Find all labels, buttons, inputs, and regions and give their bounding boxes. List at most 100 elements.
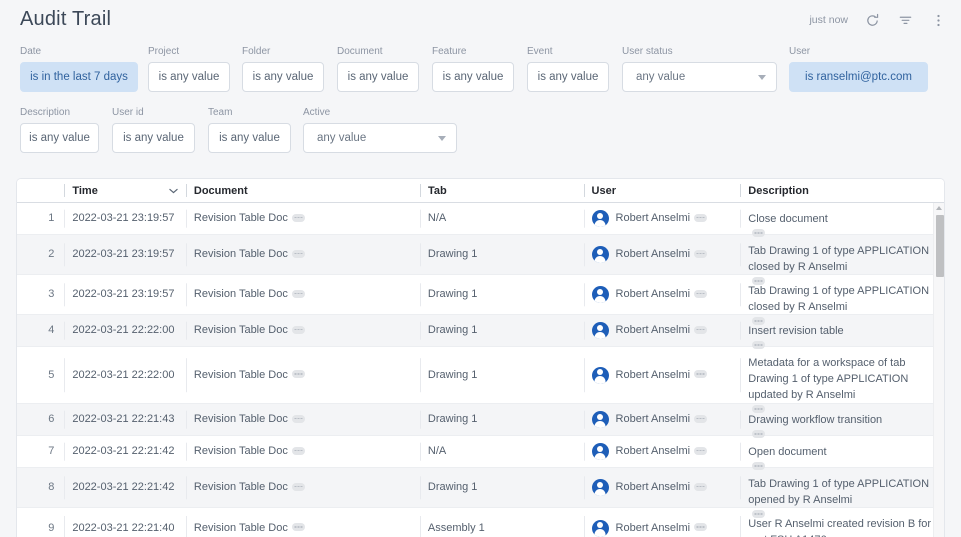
cell-document-text: Revision Table Doc: [194, 211, 288, 226]
more-options-icon[interactable]: [694, 370, 707, 378]
cell-user-name: Robert Anselmi: [616, 368, 691, 383]
filter-value-document[interactable]: is any value: [337, 62, 419, 92]
cell-document-text: Revision Table Doc: [194, 521, 288, 536]
table-row[interactable]: 32022-03-21 23:19:57Revision Table DocDr…: [17, 275, 944, 315]
cell-description-text: Insert revision table: [748, 323, 936, 339]
vertical-scrollbar[interactable]: [933, 203, 944, 537]
cell-user-name: Robert Anselmi: [616, 287, 691, 302]
filter-value-active[interactable]: any value: [303, 123, 457, 153]
row-index: 2: [17, 235, 64, 274]
filter-value-date[interactable]: is in the last 7 days: [20, 62, 138, 92]
more-options-icon[interactable]: [292, 447, 305, 455]
cell-description-text: Tab Drawing 1 of type APPLICATION opened…: [748, 476, 936, 508]
last-updated-status: just now: [809, 14, 848, 26]
kebab-menu-icon[interactable]: [929, 11, 947, 29]
more-options-icon[interactable]: [292, 415, 305, 423]
audit-table: Time Document Tab User Description 12022…: [16, 178, 945, 537]
cell-description-text: User R Anselmi created revision B for pa…: [748, 516, 936, 537]
filter-team: Team is any value: [208, 107, 291, 153]
cell-document: Revision Table Doc: [186, 436, 420, 467]
more-options-icon[interactable]: [292, 290, 305, 298]
cell-tab: Drawing 1: [420, 235, 584, 274]
more-options-icon[interactable]: [292, 483, 305, 491]
cell-description: Drawing workflow transition: [740, 404, 944, 435]
column-header-document[interactable]: Document: [186, 179, 420, 203]
filter-value-user[interactable]: is ranselmi@ptc.com: [789, 62, 928, 92]
more-options-icon[interactable]: [694, 326, 707, 334]
cell-user-name: Robert Anselmi: [616, 323, 691, 338]
cell-time: 2022-03-21 22:22:00: [64, 315, 186, 346]
row-index: 7: [17, 436, 64, 467]
cell-tab: Drawing 1: [420, 468, 584, 507]
row-index: 8: [17, 468, 64, 507]
more-options-icon[interactable]: [292, 370, 305, 378]
column-header-user[interactable]: User: [584, 179, 741, 203]
filter-user-status: User status any value: [622, 46, 777, 92]
filter-value-user-status[interactable]: any value: [622, 62, 777, 92]
more-options-icon[interactable]: [292, 214, 305, 222]
audit-trail-page: Audit Trail just now: [0, 0, 961, 537]
filter-label: Date: [20, 46, 138, 58]
table-row[interactable]: 92022-03-21 22:21:40Revision Table DocAs…: [17, 508, 944, 537]
cell-document: Revision Table Doc: [186, 347, 420, 403]
filter-value-user-id[interactable]: is any value: [112, 123, 195, 153]
filter-active: Active any value: [303, 107, 457, 153]
cell-user: Robert Anselmi: [584, 436, 741, 467]
filter-value-folder[interactable]: is any value: [242, 62, 324, 92]
more-options-icon[interactable]: [694, 483, 707, 491]
filter-label: Project: [148, 46, 230, 58]
table-row[interactable]: 72022-03-21 22:21:42Revision Table DocN/…: [17, 436, 944, 468]
cell-tab: Drawing 1: [420, 404, 584, 435]
more-options-icon[interactable]: [694, 214, 707, 222]
chevron-down-icon: [169, 188, 178, 194]
filter-label: User id: [112, 107, 195, 119]
scroll-up-arrow-icon[interactable]: [936, 206, 942, 210]
filter-icon[interactable]: [896, 11, 914, 29]
cell-document: Revision Table Doc: [186, 235, 420, 274]
column-header-time[interactable]: Time: [64, 179, 186, 203]
table-row[interactable]: 62022-03-21 22:21:43Revision Table DocDr…: [17, 404, 944, 436]
page-title: Audit Trail: [20, 8, 111, 31]
cell-document-text: Revision Table Doc: [194, 323, 288, 338]
filter-label: Folder: [242, 46, 324, 58]
refresh-icon[interactable]: [863, 11, 881, 29]
table-row[interactable]: 12022-03-21 23:19:57Revision Table DocN/…: [17, 203, 944, 235]
more-options-icon[interactable]: [292, 326, 305, 334]
cell-user: Robert Anselmi: [584, 315, 741, 346]
cell-tab: Drawing 1: [420, 315, 584, 346]
column-header-index: [17, 179, 64, 203]
column-header-description[interactable]: Description: [740, 179, 944, 203]
scrollbar-thumb[interactable]: [936, 215, 944, 277]
more-options-icon[interactable]: [292, 250, 305, 258]
more-options-icon[interactable]: [694, 290, 707, 298]
more-options-icon[interactable]: [292, 523, 305, 531]
filter-value-team[interactable]: is any value: [208, 123, 291, 153]
more-options-icon[interactable]: [694, 523, 707, 531]
chevron-down-icon: [438, 136, 446, 141]
filter-date: Date is in the last 7 days: [20, 46, 138, 92]
more-options-icon[interactable]: [694, 415, 707, 423]
table-row[interactable]: 52022-03-21 22:22:00Revision Table DocDr…: [17, 347, 944, 404]
filter-value-description[interactable]: is any value: [20, 123, 99, 153]
filter-value-project[interactable]: is any value: [148, 62, 230, 92]
cell-description: Tab Drawing 1 of type APPLICATION opened…: [740, 468, 944, 507]
filter-label: Document: [337, 46, 419, 58]
cell-tab: N/A: [420, 203, 584, 234]
cell-user-name: Robert Anselmi: [616, 444, 691, 459]
avatar: [592, 520, 609, 537]
filter-label: Active: [303, 107, 457, 119]
cell-time: 2022-03-21 23:19:57: [64, 275, 186, 314]
filter-value-feature[interactable]: is any value: [432, 62, 514, 92]
filter-folder: Folder is any value: [242, 46, 324, 92]
avatar: [592, 367, 609, 384]
table-row[interactable]: 42022-03-21 22:22:00Revision Table DocDr…: [17, 315, 944, 347]
table-row[interactable]: 22022-03-21 23:19:57Revision Table DocDr…: [17, 235, 944, 275]
more-options-icon[interactable]: [694, 447, 707, 455]
column-header-tab[interactable]: Tab: [420, 179, 584, 203]
cell-time: 2022-03-21 22:21:42: [64, 468, 186, 507]
filter-value-event[interactable]: is any value: [527, 62, 609, 92]
more-options-icon[interactable]: [694, 250, 707, 258]
cell-document: Revision Table Doc: [186, 508, 420, 537]
table-row[interactable]: 82022-03-21 22:21:42Revision Table DocDr…: [17, 468, 944, 508]
cell-user-name: Robert Anselmi: [616, 247, 691, 262]
